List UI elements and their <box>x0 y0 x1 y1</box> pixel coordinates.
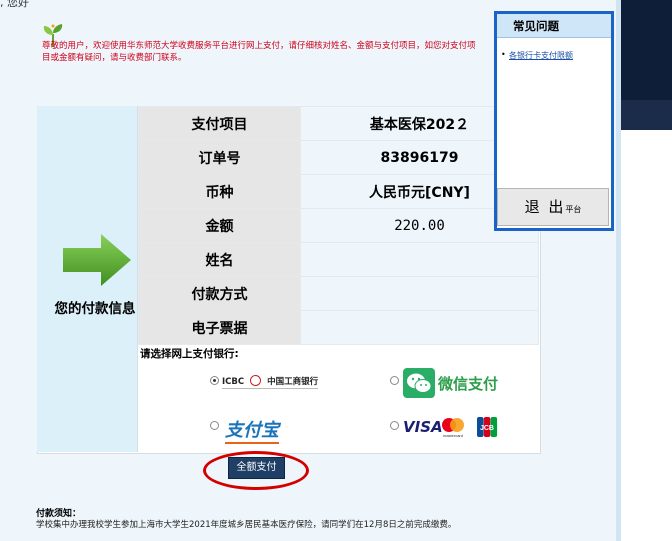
icbc-name: 中国工商银行 <box>267 377 319 387</box>
payment-hint-text: 学校集中办理我校学生参加上海市大学生2021年度城乡居民基本医疗保险，请同学们在… <box>36 520 457 530</box>
svg-text:mastercard: mastercard <box>443 433 463 438</box>
icbc-radio[interactable] <box>210 376 219 385</box>
greeting: , 您好 <box>0 0 29 9</box>
row-label: 订单号 <box>138 140 301 175</box>
highlight-circle <box>203 451 309 490</box>
alipay-radio[interactable] <box>210 421 219 430</box>
row-value <box>300 242 539 277</box>
right-white-area <box>621 130 672 541</box>
your-payment-info-label: 您的付款信息 <box>54 301 136 317</box>
wechat-icon[interactable] <box>403 368 435 398</box>
table-row: 姓名 <box>138 242 539 277</box>
wechat-label[interactable]: 微信支付 <box>438 373 498 394</box>
svg-text:JCB: JCB <box>480 425 494 432</box>
alipay-label: 支付宝 <box>225 420 279 441</box>
jcb-icon[interactable]: JCB <box>476 416 498 438</box>
table-row: 支付项目 基本医保202２ <box>138 106 539 141</box>
faq-title: 常见问题 <box>497 14 611 38</box>
row-value <box>300 310 539 345</box>
choose-bank-label: 请选择网上支付银行: <box>140 348 239 360</box>
row-label: 支付项目 <box>138 106 301 141</box>
header-banner-dark <box>621 0 672 100</box>
faq-link-card-limits[interactable]: 各银行卡支付限额 <box>501 50 573 61</box>
table-row: 电子票据 <box>138 310 539 345</box>
icbc-ring-icon <box>250 375 262 386</box>
mastercard-icon[interactable]: mastercard <box>440 416 466 438</box>
exit-label: 退 出 <box>524 198 566 216</box>
icbc-code: ICBC <box>222 377 245 387</box>
row-label: 金额 <box>138 208 301 243</box>
row-label: 付款方式 <box>138 276 301 311</box>
icbc-logo[interactable]: ICBC 中国工商银行 <box>222 375 319 389</box>
row-label: 电子票据 <box>138 310 301 345</box>
payment-info-table: 支付项目 基本医保202２ 订单号 83896179 币种 人民币元[CNY] … <box>138 106 539 345</box>
wechat-radio[interactable] <box>390 376 399 385</box>
alipay-logo[interactable]: 支付宝 <box>225 416 279 444</box>
table-row: 订单号 83896179 <box>138 140 539 175</box>
table-row: 付款方式 <box>138 276 539 311</box>
card-radio[interactable] <box>390 421 399 430</box>
table-row: 币种 人民币元[CNY] <box>138 174 539 209</box>
row-value <box>300 276 539 311</box>
row-label: 姓名 <box>138 242 301 277</box>
exit-sublabel: 平台 <box>565 205 582 214</box>
table-row: 金额 220.00 <box>138 208 539 243</box>
welcome-notice: 尊敬的用户，欢迎使用华东师范大学收费服务平台进行网上支付，请仔细核对姓名、金额与… <box>42 41 476 63</box>
row-label: 币种 <box>138 174 301 209</box>
visa-logo[interactable]: VISA <box>403 418 443 436</box>
arrow-right-icon <box>63 234 131 286</box>
exit-platform-button[interactable]: 退 出平台 <box>497 188 609 226</box>
